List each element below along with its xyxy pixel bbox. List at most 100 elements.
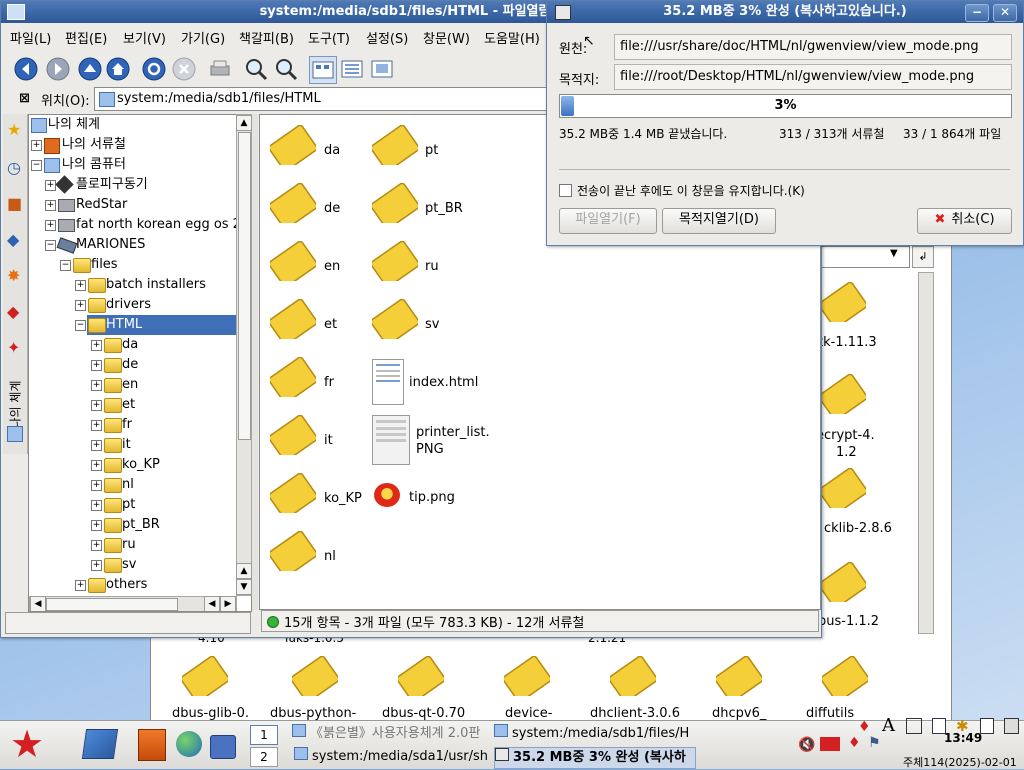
root-tab-icon[interactable]: ✦ — [7, 338, 20, 357]
star-tray-icon[interactable]: ♦ — [848, 735, 861, 751]
item-label[interactable]: PNG — [416, 441, 444, 458]
browser-launcher-icon[interactable] — [176, 731, 202, 757]
menu-settings[interactable]: 설정(S) — [366, 28, 408, 47]
home-tab-icon[interactable]: ■ — [7, 194, 22, 213]
flag-icon[interactable] — [820, 737, 840, 751]
expand-icon[interactable]: + — [75, 280, 86, 291]
media-launcher-icon[interactable] — [210, 735, 236, 759]
expand-icon[interactable]: + — [91, 460, 102, 471]
task-copy-progress[interactable]: 35.2 MB중 3% 완성 (복사하 — [494, 747, 696, 769]
expand-icon[interactable]: + — [91, 380, 102, 391]
desktop-pager-2[interactable]: 2 — [250, 747, 278, 767]
zoom-in-icon[interactable] — [243, 56, 269, 82]
item-label[interactable]: ko_KP — [324, 490, 362, 507]
scroll-thumb[interactable] — [238, 132, 251, 440]
icon-view-icon[interactable] — [309, 56, 337, 84]
start-menu-star-icon[interactable]: ★ — [10, 723, 44, 765]
folder-icon[interactable] — [268, 124, 318, 172]
item-label[interactable]: de — [324, 200, 340, 217]
item-label[interactable]: pt_BR — [425, 200, 463, 217]
desktop-pager-1[interactable]: 1 — [250, 725, 278, 745]
media-tab-icon[interactable]: ◆ — [7, 302, 19, 321]
expand-icon[interactable]: + — [91, 540, 102, 551]
panel-splitter[interactable] — [252, 114, 258, 610]
folder-icon[interactable] — [268, 356, 318, 404]
menu-tools[interactable]: 도구(T) — [308, 28, 350, 47]
item-label[interactable]: index.html — [409, 374, 478, 391]
item-label[interactable]: fr — [324, 374, 334, 391]
tip-image-icon[interactable] — [372, 479, 402, 509]
item-label[interactable]: it — [324, 432, 333, 449]
office-launcher-icon[interactable] — [138, 729, 166, 761]
cancel-button[interactable]: ✖ 취소(C) — [917, 208, 1012, 234]
task-file-manager-sda1[interactable]: system:/media/sda1/usr/sh — [294, 747, 492, 767]
app-icon[interactable] — [7, 4, 25, 20]
background-path-dropdown-icon[interactable]: ▼ — [890, 248, 898, 259]
tree-horizontal-scrollbar[interactable]: ◀ ◀ ▶ — [29, 596, 237, 611]
close-icon[interactable]: ✕ — [993, 4, 1017, 22]
expand-icon[interactable]: + — [31, 140, 42, 151]
expand-icon[interactable]: + — [91, 360, 102, 371]
menu-go[interactable]: 가기(G) — [181, 28, 225, 47]
expand-icon[interactable]: + — [75, 300, 86, 311]
folder-icon[interactable] — [268, 530, 318, 578]
font-icon[interactable]: A — [882, 715, 895, 736]
forward-icon[interactable] — [45, 56, 71, 82]
side-tab-label[interactable]: 나의 체계 — [6, 381, 23, 429]
folder-icon[interactable] — [370, 182, 420, 230]
back-icon[interactable] — [13, 56, 39, 82]
folder-icon[interactable] — [370, 124, 420, 172]
keep-open-checkbox[interactable] — [559, 184, 572, 197]
expand-icon[interactable]: + — [91, 520, 102, 531]
folder-icon[interactable] — [268, 182, 318, 230]
expand-icon[interactable]: + — [91, 340, 102, 351]
network-icon[interactable]: ⚑ — [868, 735, 881, 751]
folder-icon[interactable] — [370, 298, 420, 346]
clock-time[interactable]: 13:49 — [944, 731, 982, 745]
expand-icon[interactable]: + — [91, 560, 102, 571]
list-view-icon[interactable] — [339, 56, 365, 82]
expand-icon[interactable]: + — [91, 500, 102, 511]
tree-vertical-scrollbar[interactable]: ▲ ▲ ▼ — [236, 114, 252, 596]
expand-icon[interactable]: + — [91, 420, 102, 431]
system-tab-icon[interactable] — [7, 426, 23, 442]
text-editor-launcher-icon[interactable] — [81, 729, 119, 759]
expand-icon[interactable]: + — [45, 200, 56, 211]
folder-icon[interactable] — [268, 472, 318, 520]
folder-icon[interactable] — [268, 414, 318, 462]
menu-help[interactable]: 도움말(H) — [484, 28, 540, 47]
html-file-icon[interactable] — [372, 359, 404, 405]
item-label[interactable]: en — [324, 258, 340, 275]
minimize-icon[interactable]: − — [965, 4, 989, 22]
expand-icon[interactable]: + — [91, 440, 102, 451]
print-icon[interactable] — [207, 56, 233, 82]
menu-file[interactable]: 파일(L) — [10, 28, 51, 47]
expand-icon[interactable]: + — [91, 400, 102, 411]
open-destination-button[interactable]: 목적지열기(D) — [662, 208, 776, 234]
folder-icon[interactable] — [268, 298, 318, 346]
scroll-right-icon[interactable]: ▶ — [220, 596, 236, 611]
reload-icon[interactable] — [141, 56, 167, 82]
keyboard-icon[interactable]: ♦ — [858, 719, 871, 735]
item-label[interactable]: pt — [425, 142, 438, 159]
item-label[interactable]: sv — [425, 316, 439, 333]
scroll-left-icon[interactable]: ◀ — [204, 596, 220, 611]
scroll-up-icon[interactable]: ▲ — [236, 115, 252, 131]
png-file-icon[interactable] — [372, 415, 410, 465]
calculator-icon[interactable] — [1004, 718, 1019, 734]
window-list-icon[interactable] — [906, 718, 922, 734]
services-tab-icon[interactable]: ✸ — [7, 266, 20, 285]
dialog-titlebar[interactable]: 35.2 MB중 3% 완성 (복사하고있습니다.) − ✕ — [547, 1, 1023, 23]
collapse-icon[interactable]: − — [60, 260, 71, 271]
item-label[interactable]: da — [324, 142, 340, 159]
collapse-icon[interactable]: − — [75, 320, 86, 331]
menu-window[interactable]: 창문(W) — [423, 28, 470, 47]
home-icon[interactable] — [105, 56, 131, 82]
zoom-out-icon[interactable] — [273, 56, 299, 82]
expand-icon[interactable]: + — [45, 180, 56, 191]
collapse-icon[interactable]: − — [31, 160, 42, 171]
background-go-button[interactable]: ↲ — [912, 246, 934, 268]
menu-view[interactable]: 보기(V) — [123, 28, 166, 47]
network-tab-icon[interactable]: ◆ — [7, 230, 19, 249]
item-label[interactable]: et — [324, 316, 337, 333]
